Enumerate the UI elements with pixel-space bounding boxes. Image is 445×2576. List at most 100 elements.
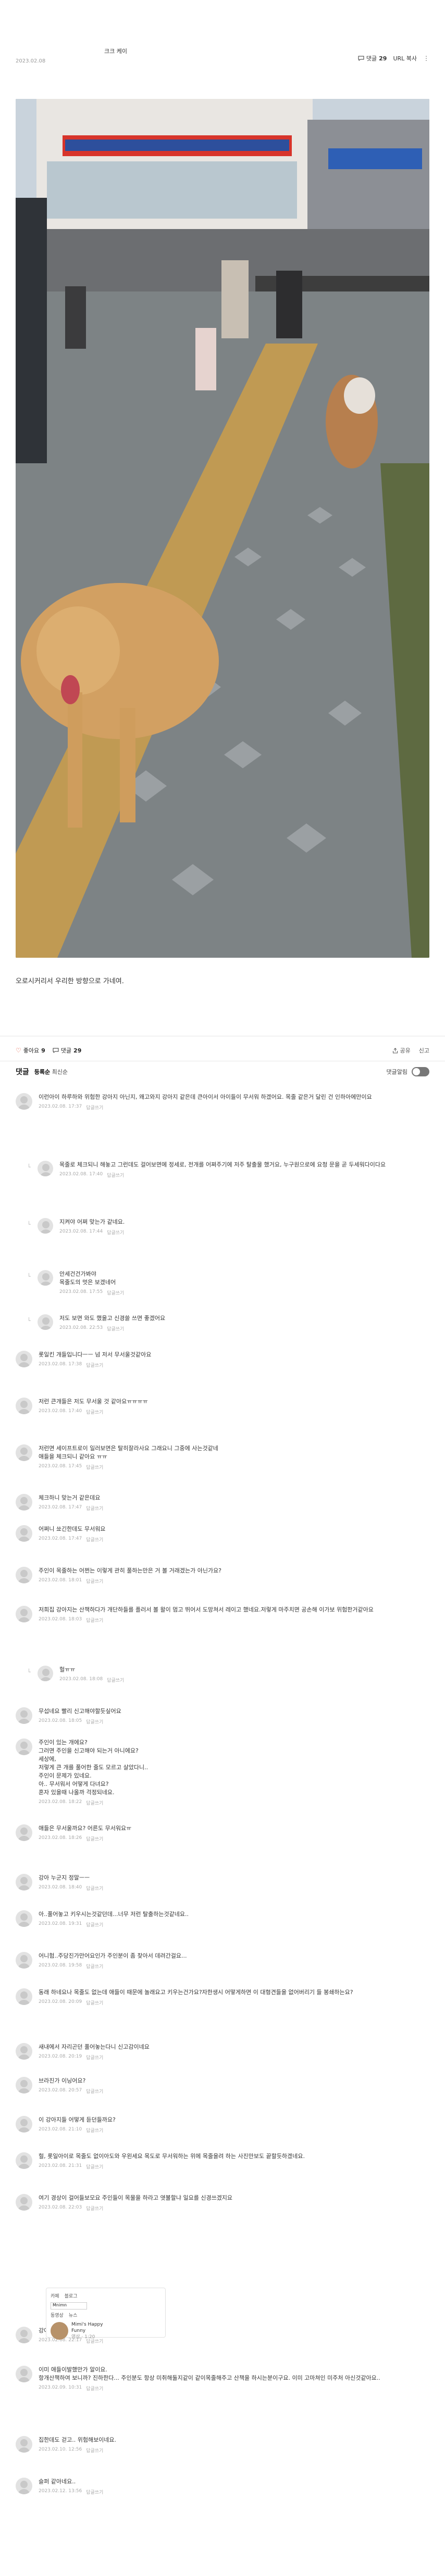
avatar[interactable] [16, 2327, 32, 2343]
avatar[interactable] [16, 1874, 32, 1890]
comment-body: 안세건건가봐야 목줄도의 멋은 보겠네어 2023.02.08. 17:55 답글쓰… [59, 1270, 124, 1296]
reply-button[interactable]: 답글쓰기 [86, 1885, 103, 1892]
notify-toggle[interactable] [412, 1067, 429, 1076]
author[interactable]: 크크 케이 [104, 47, 127, 55]
sort-latest[interactable]: 최신순 [52, 1069, 68, 1075]
avatar[interactable] [38, 1314, 53, 1330]
avatar[interactable] [16, 1739, 32, 1755]
avatar[interactable] [16, 2152, 32, 2169]
comment-date: 2023.02.08. 22:03 [39, 2205, 82, 2210]
avatar[interactable] [16, 1988, 32, 2005]
comment-button[interactable]: 댓글 29 [53, 1046, 81, 1055]
comment-meta: 2023.02.08. 22:53 답글쓰기 [59, 1325, 165, 1332]
reply-button[interactable]: 답글쓰기 [107, 1677, 124, 1683]
avatar[interactable] [16, 2043, 32, 2060]
reply-button[interactable]: 답글쓰기 [86, 1362, 103, 1368]
reply-indicator: └ [27, 1164, 31, 1171]
comment-text: 무섭네요 빨리 신고해야할듯싶어요 [39, 1708, 121, 1715]
reply-button[interactable]: 답글쓰기 [86, 1536, 103, 1543]
reply-button[interactable]: 답글쓰기 [86, 1999, 103, 2006]
reply-button[interactable]: 답글쓰기 [107, 1229, 124, 1236]
embed-tab[interactable]: 뉴스 [69, 2312, 78, 2318]
reply-button[interactable]: 답글쓰기 [86, 2163, 103, 2170]
avatar[interactable] [16, 1525, 32, 1542]
avatar[interactable] [16, 2077, 32, 2093]
comment-text: 동래 하네요나 목줄도 없는데 애들이 때문에 놀래요고 키우는건가요?자한생시… [39, 1989, 353, 1996]
embed-tab[interactable]: 동영상 [51, 2312, 64, 2318]
comment-date: 2023.02.08. 18:05 [39, 1718, 82, 1723]
sort-registered[interactable]: 등록순 [34, 1069, 50, 1075]
reply-button[interactable]: 답글쓰기 [86, 1617, 103, 1623]
avatar[interactable] [16, 1606, 32, 1622]
avatar[interactable] [16, 1824, 32, 1841]
comment: 강아 누군지 정말ㅡㅡ 2023.02.08. 18:40 답글쓰기 [16, 1874, 429, 1892]
comment-text: 저도 보면 와도 했을고 신경쓸 쓰면 좋겠어요 [59, 1315, 166, 1322]
post-actions: ♡ 좋아요 9 댓글 29 공유 신고 [16, 1044, 429, 1057]
reply-button[interactable]: 답글쓰기 [86, 1505, 103, 1512]
reply-button[interactable]: 답글쓰기 [86, 1408, 103, 1415]
avatar[interactable] [16, 2436, 32, 2453]
embed-result[interactable]: Mimi's Happy Funny 영상 · 1:20 [51, 2321, 161, 2340]
embed-tab[interactable]: 카페 [51, 2292, 59, 2299]
avatar[interactable] [38, 1161, 53, 1176]
reply-button[interactable]: 답글쓰기 [86, 1963, 103, 1970]
heart-icon: ♡ [16, 1047, 21, 1054]
avatar[interactable] [16, 1398, 32, 1414]
comment-date: 2023.02.08. 22:53 [59, 1325, 103, 1330]
reply-button[interactable]: 답글쓰기 [86, 2385, 103, 2392]
comment-icon [53, 1048, 59, 1053]
avatar[interactable] [16, 1952, 32, 1969]
reply-button[interactable]: 답글쓰기 [86, 1104, 103, 1111]
avatar[interactable] [16, 1494, 32, 1511]
avatar[interactable] [16, 1567, 32, 1583]
avatar[interactable] [16, 1444, 32, 1461]
avatar[interactable] [38, 1270, 53, 1286]
avatar[interactable] [16, 2366, 32, 2382]
comment-body: 강아 누군지 정말ㅡㅡ 2023.02.08. 18:40 답글쓰기 [39, 1874, 103, 1892]
url-copy-button[interactable]: URL 복사 [393, 54, 417, 62]
reply-button[interactable]: 답글쓰기 [86, 1464, 103, 1470]
comment-body: 이런아이 하루하와 위험한 강아지 아닌지, 왜고와지 강아지 같은데 큰아이서… [39, 1093, 372, 1111]
share-button[interactable]: 공유 [392, 1046, 411, 1055]
avatar[interactable] [16, 1351, 32, 1367]
reply-button[interactable]: 답글쓰기 [86, 1799, 103, 1806]
reply-button[interactable]: 답글쓰기 [86, 1718, 103, 1725]
more-icon[interactable]: ⋮ [423, 55, 429, 62]
reply-button[interactable]: 답글쓰기 [86, 2447, 103, 2454]
avatar[interactable] [16, 1910, 32, 1927]
reply-button[interactable]: 답글쓰기 [86, 2054, 103, 2061]
reply-button[interactable]: 답글쓰기 [86, 1835, 103, 1842]
comment-text: 강아 누군지 정말ㅡㅡ [39, 1874, 90, 1881]
comment-text: 여기 경상이 걸어들보모요 주인들이 목물을 하라고 엿불할냐 일요를 신경쓰겠… [39, 2194, 233, 2201]
comment-text: 어쩌니 쑈긴한데도 무서워요 [39, 1526, 106, 1532]
reply-button[interactable]: 답글쓰기 [107, 1172, 124, 1178]
reply-button[interactable]: 답글쓰기 [86, 2088, 103, 2095]
reply-button[interactable]: 답글쓰기 [86, 1921, 103, 1928]
reply-button[interactable]: 답글쓰기 [86, 1578, 103, 1584]
embedded-search-card[interactable]: 카페 블로그 Mnimn 동영상 뉴스 Mimi's Happy Funny 영… [46, 2288, 166, 2340]
reply-button[interactable]: 답글쓰기 [107, 1325, 124, 1332]
avatar[interactable] [16, 1093, 32, 1110]
embed-tab[interactable]: 블로그 [65, 2292, 78, 2299]
avatar[interactable] [16, 2478, 32, 2494]
comment-meta: 2023.02.08. 17:47 답글쓰기 [39, 1505, 103, 1512]
comment-meta: 2023.02.08. 17:55 답글쓰기 [59, 1289, 124, 1296]
like-button[interactable]: ♡ 좋아요 9 [16, 1046, 45, 1055]
comment-date: 2023.02.08. 17:40 [39, 1408, 82, 1414]
author-name[interactable]: 크크 케이 [104, 47, 127, 55]
reply-button[interactable]: 답글쓰기 [107, 1289, 124, 1296]
avatar[interactable] [38, 1218, 53, 1234]
reply-button[interactable]: 답글쓰기 [86, 2205, 103, 2212]
avatar[interactable] [16, 1707, 32, 1724]
reply-button[interactable]: 답글쓰기 [86, 2489, 103, 2495]
comment-label: 댓글 [60, 1047, 72, 1054]
embed-search-input[interactable]: Mnimn [51, 2302, 87, 2309]
avatar[interactable] [16, 2194, 32, 2211]
avatar[interactable] [38, 1666, 53, 1681]
comment-count-link[interactable]: 댓글 29 [358, 54, 387, 62]
post-photo [16, 99, 429, 958]
report-button[interactable]: 신고 [419, 1046, 429, 1055]
comment: 집한데도 걷고.. 위험해보이네요. 2023.02.10. 12:56 답글쓰기 [16, 2436, 429, 2454]
avatar[interactable] [16, 2116, 32, 2133]
reply-button[interactable]: 답글쓰기 [86, 2127, 103, 2134]
